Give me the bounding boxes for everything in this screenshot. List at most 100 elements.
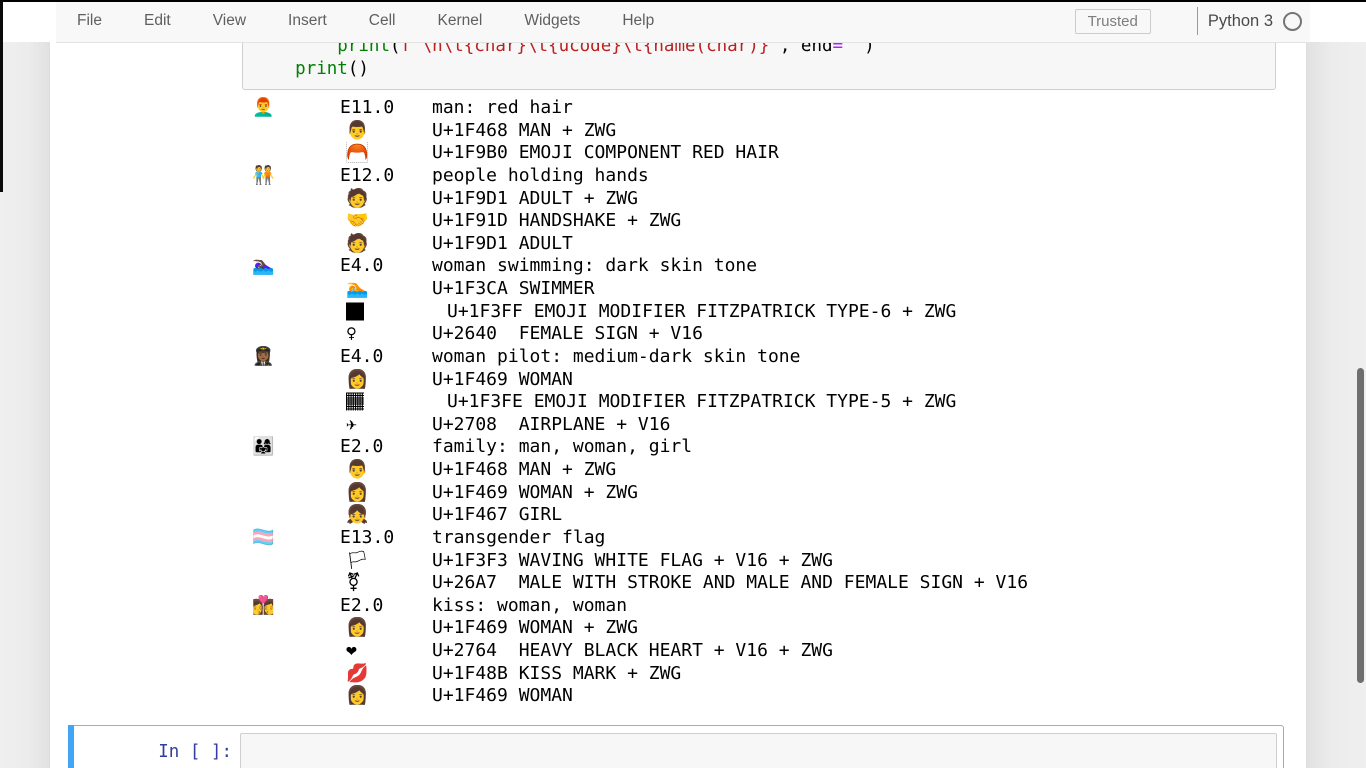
empty-code-input[interactable] (240, 733, 1277, 768)
cell-output-area: 👨‍🦰E11.0man: red hair👨U+1F468 MAN + ZWG🦰… (0, 97, 1366, 712)
input-prompt: In [ ]: (80, 742, 232, 762)
component-emoji: ❤ (346, 640, 357, 663)
emoji-component-row: 🧑 U+1F9D1 ADULT (0, 233, 1306, 256)
screen-left-edge (0, 0, 3, 192)
emoji-component-row: 👩 U+1F469 WOMAN + ZWG (0, 482, 1306, 505)
emoji-component-row: 🏿 U+1F3FF EMOJI MODIFIER FITZPATRICK TYPE… (0, 301, 1306, 324)
emoji-description: family: man, woman, girl (432, 436, 692, 459)
component-emoji: 👧 (346, 504, 368, 527)
emoji-component-row: 👩 U+1F469 WOMAN (0, 685, 1306, 708)
component-codepoint-text: U+1F3FF EMOJI MODIFIER FITZPATRICK TYPE-… (447, 301, 956, 324)
component-emoji: 👩 (346, 685, 368, 708)
component-emoji: 👩 (346, 369, 368, 392)
emoji-component-row: 🤝 U+1F91D HANDSHAKE + ZWG (0, 210, 1306, 233)
component-codepoint-text: U+1F468 MAN + ZWG (432, 120, 616, 143)
component-emoji: 🏊 (346, 278, 368, 301)
composed-emoji: 👩‍❤️‍💋‍👩 (252, 595, 274, 618)
component-emoji: 👩 (346, 617, 368, 640)
component-codepoint-text: U+1F9B0 EMOJI COMPONENT RED HAIR (432, 142, 779, 165)
component-emoji: ✈ (346, 414, 357, 437)
trusted-button[interactable]: Trusted (1075, 9, 1151, 34)
component-codepoint-text: U+1F469 WOMAN (432, 685, 573, 708)
composed-emoji: 🏳️‍⚧️ (252, 527, 274, 550)
emoji-component-row: 👨 U+1F468 MAN + ZWG (0, 120, 1306, 143)
component-emoji: ♀ (346, 323, 357, 346)
menu-item-insert[interactable]: Insert (267, 0, 348, 42)
component-codepoint-text: U+1F3CA SWIMMER (432, 278, 595, 301)
component-emoji: 👨 (346, 120, 368, 143)
component-emoji: 🧑 (346, 233, 368, 256)
emoji-header-row: 🏊🏿‍♀️ E4.0 woman swimming: dark skin tone (0, 255, 1306, 278)
composed-emoji: 🏊🏿‍♀️ (252, 255, 274, 278)
component-codepoint-text: U+2764 HEAVY BLACK HEART + V16 + ZWG (432, 640, 833, 663)
kernel-idle-icon (1283, 12, 1302, 31)
emoji-header-row: 🧑‍🤝‍🧑E12.0people holding hands (0, 165, 1306, 188)
component-emoji: 🦰 (346, 142, 368, 165)
component-emoji: 🏳 (346, 550, 369, 573)
component-codepoint-text: U+1F468 MAN + ZWG (432, 459, 616, 482)
emoji-version: E4.0 (340, 346, 383, 369)
component-codepoint-text: U+1F48B KISS MARK + ZWG (432, 663, 681, 686)
component-codepoint-text: U+1F3F3 WAVING WHITE FLAG + V16 + ZWG (432, 550, 833, 573)
component-emoji: 🏿 (346, 301, 364, 324)
menu-item-widgets[interactable]: Widgets (503, 0, 601, 42)
emoji-component-row: 🦰 U+1F9B0 EMOJI COMPONENT RED HAIR (0, 142, 1306, 165)
emoji-header-row: 👩🏾‍✈️E4.0woman pilot: medium-dark skin t… (0, 346, 1306, 369)
emoji-description: woman swimming: dark skin tone (432, 255, 757, 278)
emoji-version: E12.0 (340, 165, 394, 188)
menu-item-cell[interactable]: Cell (348, 0, 417, 42)
component-emoji: 👩 (346, 482, 368, 505)
component-emoji: 💋 (346, 663, 368, 686)
menu-items: FileEditViewInsertCellKernelWidgetsHelp (56, 0, 675, 42)
emoji-component-row: 💋 U+1F48B KISS MARK + ZWG (0, 663, 1306, 686)
emoji-component-row: 👨 U+1F468 MAN + ZWG (0, 459, 1306, 482)
composed-emoji: 👩🏾‍✈️ (252, 346, 274, 369)
scrollbar-thumb[interactable] (1357, 368, 1364, 683)
emoji-description: man: red hair (432, 97, 573, 120)
emoji-component-row: 🧑U+1F9D1 ADULT + ZWG (0, 188, 1306, 211)
menu-item-help[interactable]: Help (601, 0, 675, 42)
component-codepoint-text: U+2708 AIRPLANE + V16 (432, 414, 670, 437)
emoji-version: E2.0 (340, 595, 383, 618)
emoji-header-row: 🏳️‍⚧️ E13.0 transgender flag (0, 527, 1306, 550)
screen-top-edge (0, 0, 1366, 2)
emoji-component-row: ♀ U+2640 FEMALE SIGN + V16 (0, 323, 1306, 346)
menu-item-file[interactable]: File (56, 0, 123, 42)
emoji-version: E4.0 (340, 255, 383, 278)
menu-item-view[interactable]: View (192, 0, 267, 42)
component-emoji: 🤝 (346, 210, 368, 233)
emoji-component-row: ❤ U+2764 HEAVY BLACK HEART + V16 + ZWG (0, 640, 1306, 663)
emoji-component-row: ✈ U+2708 AIRPLANE + V16 (0, 414, 1306, 437)
component-codepoint-text: U+1F3FE EMOJI MODIFIER FITZPATRICK TYPE-… (447, 391, 956, 414)
component-codepoint-text: U+1F469 WOMAN (432, 369, 573, 392)
composed-emoji: 👨‍🦰 (252, 97, 274, 120)
emoji-header-row: 👨‍👩‍👧E2.0family: man, woman, girl (0, 436, 1306, 459)
menubar: FileEditViewInsertCellKernelWidgetsHelp … (56, 0, 1310, 43)
component-codepoint-text: U+1F91D HANDSHAKE + ZWG (432, 210, 681, 233)
component-emoji: 🧑 (346, 188, 368, 211)
emoji-component-row: 👧 U+1F467 GIRL (0, 504, 1306, 527)
component-emoji: ⚧ (346, 572, 361, 595)
emoji-component-row: 👩U+1F469 WOMAN + ZWG (0, 617, 1306, 640)
emoji-description: transgender flag (432, 527, 605, 550)
component-emoji: 👨 (346, 459, 368, 482)
component-codepoint-text: U+1F467 GIRL (432, 504, 562, 527)
component-codepoint-text: U+1F9D1 ADULT (432, 233, 573, 256)
code-line: print() (253, 58, 369, 81)
emoji-component-row: 🏊 U+1F3CA SWIMMER (0, 278, 1306, 301)
menu-item-kernel[interactable]: Kernel (417, 0, 504, 42)
kernel-divider (1197, 7, 1198, 35)
menu-item-edit[interactable]: Edit (123, 0, 192, 42)
emoji-component-row: 🏾U+1F3FE EMOJI MODIFIER FITZPATRICK TYPE… (0, 391, 1306, 414)
component-codepoint-text: U+1F469 WOMAN + ZWG (432, 482, 638, 505)
emoji-version: E13.0 (340, 527, 394, 550)
emoji-component-row: 🏳 U+1F3F3 WAVING WHITE FLAG + V16 + ZWG (0, 550, 1306, 573)
jupyter-notebook-page: print(f'\n\t{char}\t{ucode}\t{name(char)… (0, 0, 1366, 768)
emoji-header-row: 👨‍🦰E11.0man: red hair (0, 97, 1306, 120)
component-codepoint-text: U+2640 FEMALE SIGN + V16 (432, 323, 703, 346)
composed-emoji: 🧑‍🤝‍🧑 (252, 165, 274, 188)
emoji-version: E2.0 (340, 436, 383, 459)
emoji-component-row: 👩 U+1F469 WOMAN (0, 369, 1306, 392)
selected-cell-indicator (68, 725, 74, 768)
menubar-right: Trusted Python 3 (1075, 0, 1302, 42)
